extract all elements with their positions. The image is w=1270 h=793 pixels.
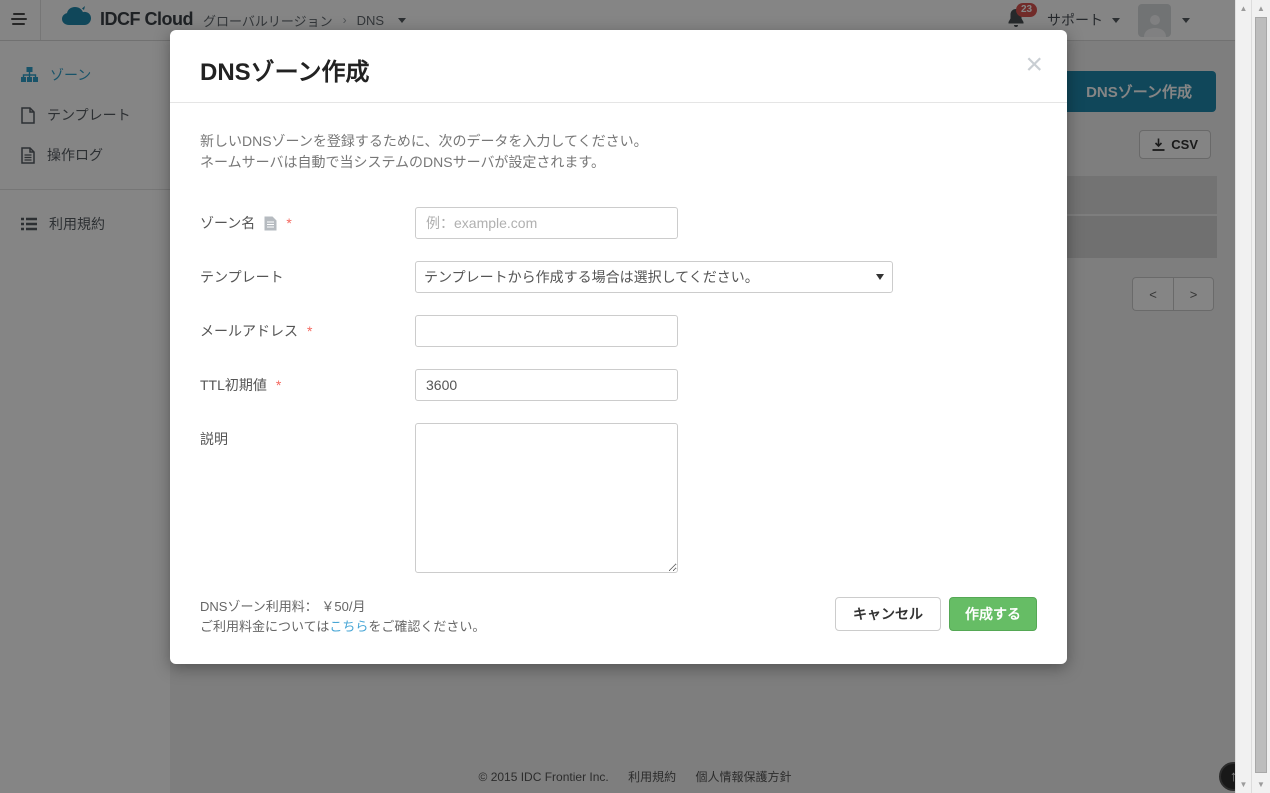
price-line-2: ご利用料金についてはこちらをご確認ください。	[200, 617, 485, 637]
modal-body: 新しいDNSゾーンを登録するために、次のデータを入力してください。 ネームサーバ…	[170, 103, 1067, 637]
ttl-label-text: TTL初期値	[200, 375, 267, 395]
description-textarea[interactable]	[415, 423, 678, 573]
scroll-down-icon[interactable]: ▼	[1252, 780, 1270, 789]
description-line-2: ネームサーバは自動で当システムのDNSサーバが設定されます。	[200, 152, 1037, 173]
price-info: DNSゾーン利用料： ￥50/月 ご利用料金についてはこちらをご確認ください。	[200, 597, 485, 637]
description-line-1: 新しいDNSゾーンを登録するために、次のデータを入力してください。	[200, 131, 1037, 152]
modal-buttons: キャンセル 作成する	[835, 597, 1037, 637]
price-line-2-suffix: をご確認ください。	[368, 619, 485, 634]
scrollbar-thumb[interactable]	[1255, 17, 1267, 773]
page-root: IDCF Cloud グローバルリージョン › DNS 23 サポート	[0, 0, 1270, 793]
modal-description: 新しいDNSゾーンを登録するために、次のデータを入力してください。 ネームサーバ…	[200, 131, 1037, 173]
cancel-button[interactable]: キャンセル	[835, 597, 941, 631]
description-label-text: 説明	[200, 429, 228, 449]
template-row: テンプレート テンプレートから作成する場合は選択してください。	[200, 261, 1037, 293]
email-field[interactable]	[415, 315, 678, 347]
close-icon[interactable]: ×	[1025, 50, 1043, 80]
modal-header: DNSゾーン作成 ×	[170, 30, 1067, 103]
description-label: 説明	[200, 423, 415, 573]
scroll-down-icon[interactable]: ▼	[1236, 780, 1251, 789]
submit-button[interactable]: 作成する	[949, 597, 1037, 631]
template-label-text: テンプレート	[200, 267, 284, 287]
template-select-wrap: テンプレートから作成する場合は選択してください。	[415, 261, 893, 293]
required-asterisk: *	[307, 323, 312, 339]
scroll-up-icon[interactable]: ▲	[1252, 4, 1270, 13]
required-asterisk: *	[276, 377, 281, 393]
modal-title: DNSゾーン作成	[200, 52, 1037, 87]
modal-footer: DNSゾーン利用料： ￥50/月 ご利用料金についてはこちらをご確認ください。 …	[200, 597, 1037, 637]
document-icon[interactable]	[264, 216, 277, 231]
price-line-2-prefix: ご利用料金については	[200, 619, 329, 634]
ttl-label: TTL初期値 *	[200, 369, 415, 401]
required-asterisk: *	[286, 215, 291, 231]
inner-scrollbar[interactable]: ▲ ▼	[1235, 0, 1251, 793]
ttl-row: TTL初期値 *	[200, 369, 1037, 401]
description-row: 説明	[200, 423, 1037, 573]
zone-name-input[interactable]	[415, 207, 678, 239]
zone-name-label-text: ゾーン名	[200, 213, 255, 233]
email-label-text: メールアドレス	[200, 321, 298, 341]
zone-name-row: ゾーン名 *	[200, 207, 1037, 239]
dns-zone-create-modal: DNSゾーン作成 × 新しいDNSゾーンを登録するために、次のデータを入力してく…	[170, 30, 1067, 664]
price-line-1: DNSゾーン利用料： ￥50/月	[200, 597, 485, 617]
zone-name-label: ゾーン名 *	[200, 207, 415, 239]
browser-scrollbar[interactable]: ▲ ▼	[1251, 0, 1270, 793]
template-select[interactable]: テンプレートから作成する場合は選択してください。	[415, 261, 893, 293]
email-row: メールアドレス *	[200, 315, 1037, 347]
ttl-input[interactable]	[415, 369, 678, 401]
template-label: テンプレート	[200, 261, 415, 293]
scroll-up-icon[interactable]: ▲	[1236, 4, 1251, 13]
pricing-link[interactable]: こちら	[329, 619, 368, 634]
email-label: メールアドレス *	[200, 315, 415, 347]
